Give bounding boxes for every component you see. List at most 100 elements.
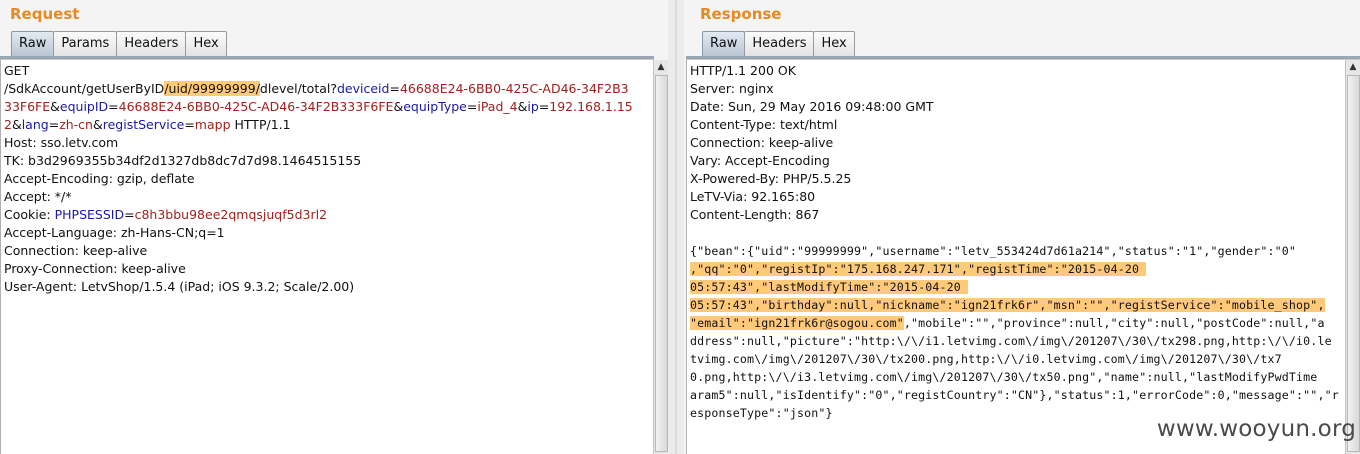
text-segment: Accept-Encoding: gzip, deflate <box>4 171 195 186</box>
response-tab-hex[interactable]: Hex <box>813 31 855 56</box>
text-segment: = <box>389 81 400 96</box>
text-segment: Connection: keep-alive <box>4 243 148 258</box>
response-body-line: tvimg.com\/img\/201207\/30\/tx200.png,ht… <box>690 350 1342 368</box>
text-segment: & <box>50 99 60 114</box>
param-name: registService <box>102 117 185 132</box>
param-name: equipType <box>403 99 467 114</box>
param-value: iPad_4 <box>477 99 518 114</box>
param-value: zh-cn <box>59 117 93 132</box>
text-segment: Accept-Language: zh-Hans-CN;q=1 <box>4 225 225 240</box>
text-segment: esponseType":"json"} <box>690 406 833 420</box>
param-name: lang <box>21 117 49 132</box>
text-segment: = <box>538 99 550 114</box>
response-scrollbar[interactable]: ▲ <box>1345 60 1360 454</box>
text-segment: Host: sso.letv.com <box>4 135 119 150</box>
text-segment: = <box>48 117 60 132</box>
response-panel: Response Raw Headers Hex HTTP/1.1 200 OK… <box>684 0 1360 454</box>
text-segment: Cookie: <box>4 207 55 222</box>
response-header-line: LeTV-Via: 92.165:80 <box>690 189 816 204</box>
request-scrollbar[interactable]: ▲ <box>653 60 668 454</box>
param-value: mapp <box>194 117 231 132</box>
param-value: c8h3bbu98ee2qmqsjuqf5d3rl2 <box>134 207 328 222</box>
request-tab-hex[interactable]: Hex <box>185 31 227 56</box>
request-title: Request <box>10 5 80 23</box>
response-header-line: Vary: Accept-Encoding <box>690 153 830 168</box>
request-tab-raw[interactable]: Raw <box>11 31 55 56</box>
text-segment: Accept: */* <box>4 189 72 204</box>
request-line: Accept-Encoding: gzip, deflate <box>4 170 636 188</box>
response-header-line: HTTP/1.1 200 OK <box>690 63 796 78</box>
text-segment: = <box>184 117 195 132</box>
scroll-up-arrow-icon[interactable]: ▲ <box>1347 61 1359 74</box>
text-segment: TK: b3d2969355b34df2d1327db8dc7d7d98.146… <box>4 153 362 168</box>
text-segment: & <box>517 99 528 114</box>
request-line: 33F6FE&equipID=46688E24-6BB0-425C-AD46-3… <box>4 98 636 116</box>
response-body-line: {"bean":{"uid":"99999999","username":"le… <box>690 242 1342 260</box>
param-value: 2 <box>4 117 12 132</box>
response-header-line: Content-Type: text/html <box>690 117 838 132</box>
highlighted-text: 05:57:43","lastModifyTime":"2015-04-20 <box>690 280 969 294</box>
response-header-line: Connection: keep-alive <box>690 135 834 150</box>
request-raw-text[interactable]: GET/SdkAccount/getUserByID/uid/99999999/… <box>4 62 636 296</box>
response-title: Response <box>700 5 782 23</box>
response-body-line: 05:57:43","birthday":null,"nickname":"ig… <box>690 296 1342 314</box>
request-tabs: Raw Params Headers Hex <box>11 31 227 56</box>
request-line: 2&lang=zh-cn&registService=mapp HTTP/1.1 <box>4 116 636 134</box>
text-segment: Proxy-Connection: keep-alive <box>4 261 186 276</box>
highlighted-text: "email":"ign21frk6r@sogou.com" <box>690 316 904 330</box>
text-segment: User-Agent: LetvShop/1.5.4 (iPad; iOS 9.… <box>4 279 355 294</box>
text-segment: = <box>124 207 135 222</box>
response-tabs: Raw Headers Hex <box>702 31 855 56</box>
text-segment: ddress":null,"picture":"http:\/\/i1.letv… <box>690 334 1332 348</box>
request-tab-headers[interactable]: Headers <box>116 31 187 56</box>
response-editor[interactable]: HTTP/1.1 200 OK Server: nginx Date: Sun, 2… <box>686 59 1360 454</box>
param-value: 46688E24-6BB0-425C-AD46-34F2B3 <box>399 81 629 96</box>
highlighted-text: ,"qq":"0","registIp":"175.168.247.171","… <box>690 262 1147 276</box>
scroll-up-arrow-icon[interactable]: ▲ <box>655 61 667 74</box>
response-tab-raw[interactable]: Raw <box>702 31 746 56</box>
text-segment: 0.png,http:\/\/i3.letvimg.com\/img\/2012… <box>690 370 1318 384</box>
response-header-line: Server: nginx <box>690 81 774 96</box>
request-line: GET <box>4 62 636 80</box>
response-body-line: 0.png,http:\/\/i3.letvimg.com\/img\/2012… <box>690 368 1342 386</box>
param-value: 46688E24-6BB0-425C-AD46-34F2B333F6FE <box>118 99 394 114</box>
text-segment: & <box>92 117 103 132</box>
response-scroll-thumb[interactable] <box>1347 75 1360 452</box>
response-header-line <box>690 224 1342 242</box>
request-editor[interactable]: GET/SdkAccount/getUserByID/uid/99999999/… <box>0 59 668 454</box>
request-tab-params[interactable]: Params <box>53 31 118 56</box>
request-scroll-thumb[interactable] <box>655 75 668 452</box>
text-segment: tvimg.com\/img\/201207\/30\/tx200.png,ht… <box>690 352 1282 366</box>
param-name: PHPSESSID <box>54 207 125 222</box>
request-panel: Request Raw Params Headers Hex GET/SdkAc… <box>0 0 668 454</box>
text-segment: aram5":null,"isIdentify":"0","registCoun… <box>690 388 1339 402</box>
response-raw-text[interactable]: HTTP/1.1 200 OK Server: nginx Date: Sun, 2… <box>690 62 1342 422</box>
request-line: Host: sso.letv.com <box>4 134 636 152</box>
text-segment: = <box>466 99 478 114</box>
text-segment: {"bean":{"uid":"99999999","username":"le… <box>690 244 1297 258</box>
text-segment: GET <box>4 63 30 78</box>
param-name: deviceid <box>337 81 390 96</box>
response-header-line: Content-Length: 867 <box>690 207 820 222</box>
response-body-line: ,"qq":"0","registIp":"175.168.247.171","… <box>690 260 1342 278</box>
pane-divider[interactable] <box>668 0 684 454</box>
watermark: www.wooyun.org <box>1156 416 1356 442</box>
param-name: equipID <box>59 99 109 114</box>
request-line: Connection: keep-alive <box>4 242 636 260</box>
text-segment: & <box>393 99 404 114</box>
highlighted-text: /uid/99999999/ <box>164 81 260 96</box>
text-segment: dlevel/total? <box>259 81 337 96</box>
param-value: 33F6FE <box>4 99 51 114</box>
response-tab-headers[interactable]: Headers <box>744 31 815 56</box>
highlighted-text: 05:57:43","birthday":null,"nickname":"ig… <box>690 298 1325 312</box>
response-header-line: X-Powered-By: PHP/5.5.25 <box>690 171 852 186</box>
text-segment: ,"mobile":"","province":null,"city":null… <box>903 316 1325 330</box>
response-body-line: "email":"ign21frk6r@sogou.com","mobile":… <box>690 314 1342 332</box>
request-line: /SdkAccount/getUserByID/uid/99999999/dle… <box>4 80 636 98</box>
text-segment: & <box>11 117 22 132</box>
request-line: Accept-Language: zh-Hans-CN;q=1 <box>4 224 636 242</box>
param-name: ip <box>527 99 539 114</box>
response-body-line: 05:57:43","lastModifyTime":"2015-04-20 <box>690 278 1342 296</box>
response-body-line: aram5":null,"isIdentify":"0","registCoun… <box>690 386 1342 404</box>
divider-grip[interactable] <box>675 0 677 454</box>
